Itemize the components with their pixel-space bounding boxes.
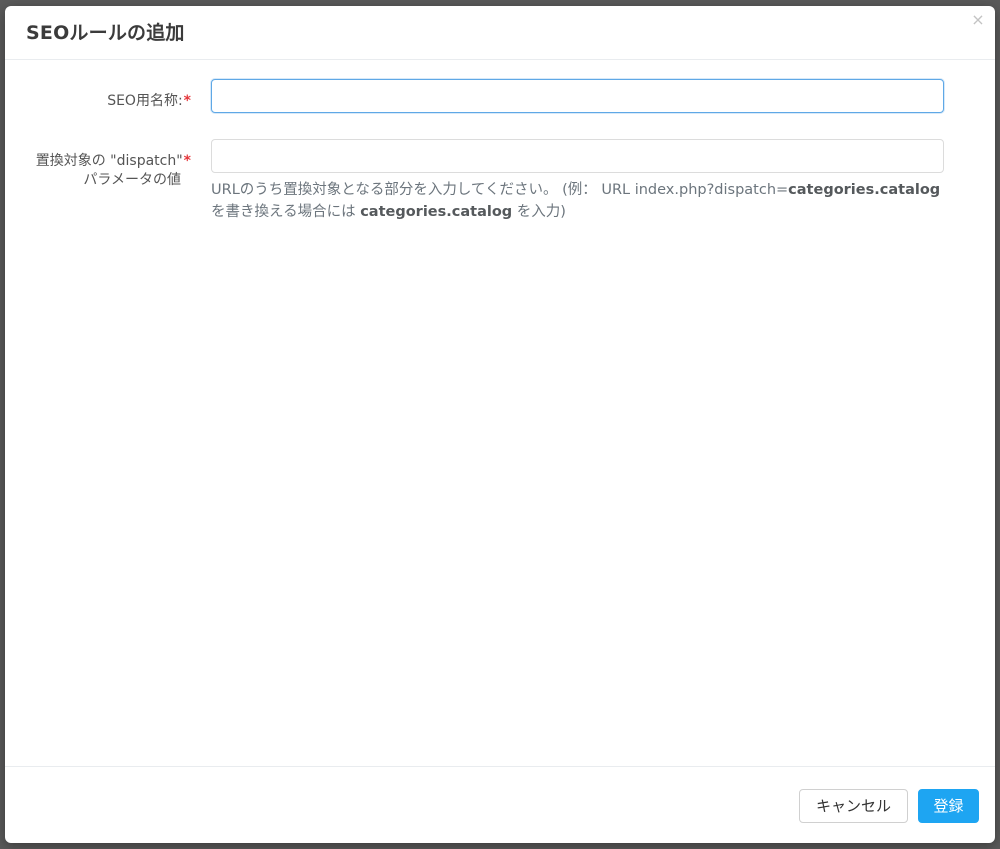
dispatch-value-input[interactable] [211,139,944,173]
help-example-bold1: categories.catalog [788,182,941,198]
help-text-part1: URLのうち置換対象となる部分を入力してください。 (例： URL index.… [211,182,789,198]
help-example-bold2: categories.catalog [360,204,513,220]
required-mark: * [183,153,191,169]
seo-name-label-text: SEO用名称: [107,93,183,109]
dialog-header: SEOルールの追加 × [5,6,995,60]
dialog-footer: キャンセル 登録 [5,766,995,843]
help-text-part2: を書き換える場合には [211,204,361,220]
cancel-button[interactable]: キャンセル [799,789,908,823]
add-seo-rule-dialog: SEOルールの追加 × SEO用名称:* 置換対象の "dispatch"* パ… [5,6,995,843]
submit-button[interactable]: 登録 [918,789,979,823]
dispatch-label-line2: パラメータの値 [83,172,181,188]
close-icon[interactable]: × [970,12,986,28]
dialog-body: SEO用名称:* 置換対象の "dispatch"* パラメータの値 URLのう… [5,60,995,766]
seo-name-input[interactable] [211,79,944,113]
dispatch-label-line1: 置換対象の "dispatch" [35,153,183,169]
dispatch-help-text: URLのうち置換対象となる部分を入力してください。 (例： URL index.… [211,179,981,223]
required-mark: * [183,93,191,109]
dispatch-value-label: 置換対象の "dispatch"* パラメータの値 [16,152,191,190]
help-text-part3: を入力) [512,204,566,220]
seo-name-label: SEO用名称:* [107,92,191,111]
dialog-title: SEOルールの追加 [26,22,185,44]
